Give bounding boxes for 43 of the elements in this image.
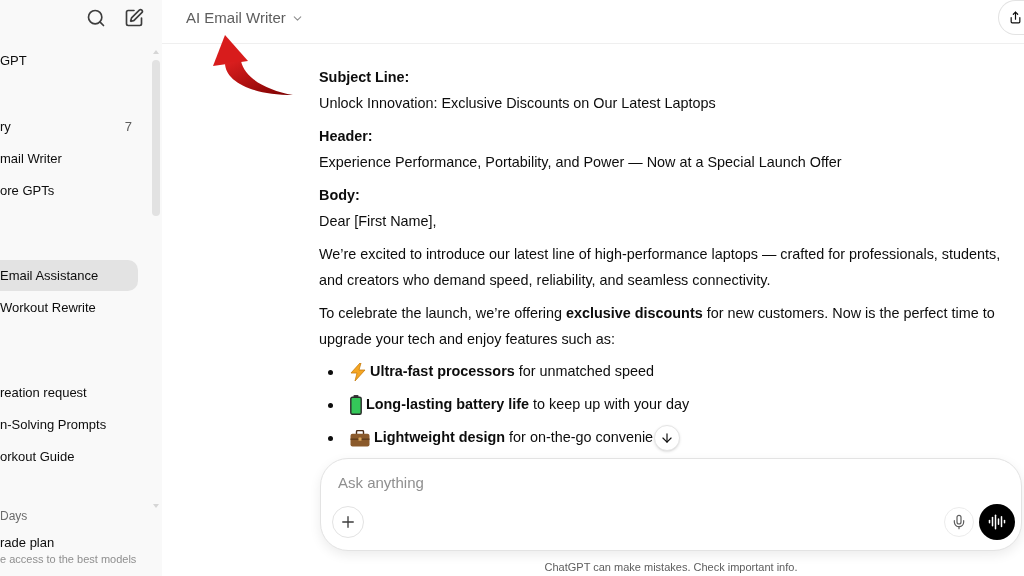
sidebar-item[interactable]: ry 7: [0, 111, 138, 142]
pencil-square-icon: [124, 8, 144, 28]
section-label: Header:: [319, 127, 374, 146]
battery-icon: [350, 395, 362, 415]
bullet-text: Ultra-fast processors for unmatched speed: [370, 362, 654, 382]
search-button[interactable]: [86, 8, 106, 28]
upgrade-subtitle: e access to the best models: [0, 552, 138, 566]
waveform-icon: [988, 513, 1006, 531]
sidebar-item[interactable]: reation request: [0, 377, 138, 408]
message-text: Experience Performance, Portability, and Power — Now at a Special Launch Offer: [319, 153, 843, 172]
scroll-down-button[interactable]: [654, 425, 681, 451]
share-icon: [1009, 11, 1022, 24]
sidebar-item[interactable]: mail Writer: [0, 143, 138, 174]
new-chat-button[interactable]: [124, 8, 144, 28]
message-paragraph: To celebrate the launch, we’re offering exclusive discounts for new customers. Now is the perfect time to upgrade your tech and enjoy features such as:: [319, 304, 996, 349]
briefcase-icon: [350, 429, 370, 447]
message-paragraph: We’re excited to introduce our latest line of high-performance laptops — crafted for professionals, students, and creators who demand speed, reliability, and seamless connectivity.: [319, 245, 1002, 290]
share-button[interactable]: [998, 0, 1024, 35]
sidebar-item[interactable]: orkout Guide: [0, 441, 138, 472]
section-heading: Days: [0, 508, 29, 524]
section-label: Subject Line:: [319, 68, 411, 87]
lightning-icon: [350, 363, 366, 381]
scroll-up-icon: [153, 50, 159, 54]
voice-mode-button[interactable]: [979, 504, 1015, 540]
message-text: Dear [First Name],: [319, 212, 438, 231]
plus-icon: [339, 513, 357, 531]
message-input[interactable]: Ask anything: [338, 472, 938, 494]
upgrade-title[interactable]: rade plan: [0, 534, 162, 552]
search-icon: [86, 8, 106, 28]
sidebar-item[interactable]: ore GPTs: [0, 175, 138, 206]
bullet-text: Lightweight design for on-the-go convenie: [374, 428, 654, 448]
section-label: Body:: [319, 186, 361, 205]
sidebar-item[interactable]: Workout Rewrite: [0, 292, 138, 323]
disclaimer-text: ChatGPT can make mistakes. Check important info.: [544, 560, 798, 575]
scroll-down-icon: [153, 504, 159, 508]
bullet-text: Long-lasting battery life to keep up with your day: [366, 395, 690, 415]
item-count: 7: [124, 117, 132, 136]
model-selector[interactable]: AI Email Writer: [186, 6, 304, 30]
microphone-icon: [951, 514, 967, 530]
message-text: Unlock Innovation: Exclusive Discounts on Our Latest Laptops: [319, 94, 717, 113]
sidebar-item[interactable]: n-Solving Prompts: [0, 409, 138, 440]
sidebar-item[interactable]: Email Assistance: [0, 260, 138, 291]
sidebar-item[interactable]: GPT: [0, 45, 138, 76]
